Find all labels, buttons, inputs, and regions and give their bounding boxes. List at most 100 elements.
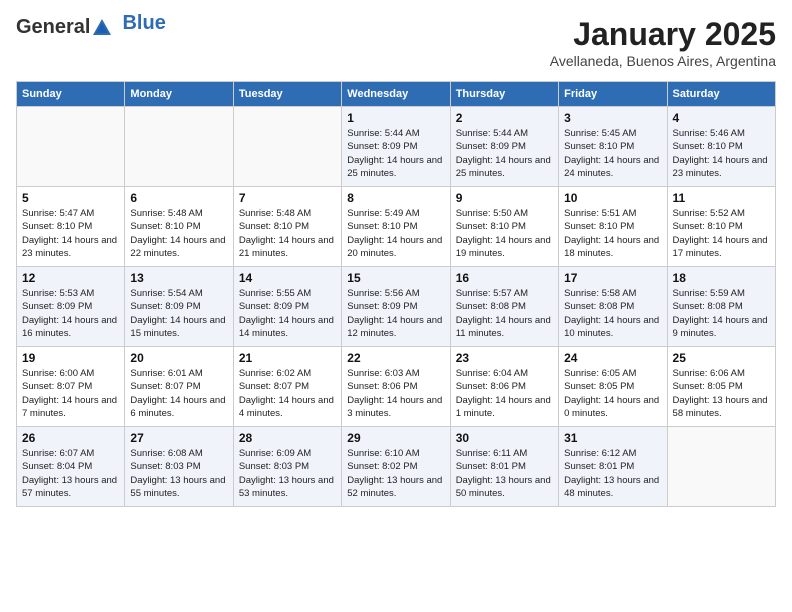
day-number: 6 [130, 191, 227, 205]
day-number: 11 [673, 191, 770, 205]
day-number: 30 [456, 431, 553, 445]
day-info: Sunrise: 5:55 AMSunset: 8:09 PMDaylight:… [239, 287, 336, 340]
calendar-cell: 16 Sunrise: 5:57 AMSunset: 8:08 PMDayligh… [450, 267, 558, 347]
day-number: 4 [673, 111, 770, 125]
location-title: Avellaneda, Buenos Aires, Argentina [550, 53, 776, 69]
calendar-cell: 26 Sunrise: 6:07 AMSunset: 8:04 PMDayligh… [17, 427, 125, 507]
day-info: Sunrise: 6:01 AMSunset: 8:07 PMDaylight:… [130, 367, 227, 420]
day-number: 25 [673, 351, 770, 365]
day-info: Sunrise: 5:48 AMSunset: 8:10 PMDaylight:… [239, 207, 336, 260]
week-row-4: 19 Sunrise: 6:00 AMSunset: 8:07 PMDayligh… [17, 347, 776, 427]
week-row-3: 12 Sunrise: 5:53 AMSunset: 8:09 PMDayligh… [17, 267, 776, 347]
day-info: Sunrise: 5:45 AMSunset: 8:10 PMDaylight:… [564, 127, 661, 180]
calendar-cell: 4 Sunrise: 5:46 AMSunset: 8:10 PMDaylight… [667, 107, 775, 187]
day-info: Sunrise: 5:56 AMSunset: 8:09 PMDaylight:… [347, 287, 444, 340]
calendar-cell: 11 Sunrise: 5:52 AMSunset: 8:10 PMDayligh… [667, 187, 775, 267]
calendar-cell: 1 Sunrise: 5:44 AMSunset: 8:09 PMDaylight… [342, 107, 450, 187]
day-number: 5 [22, 191, 119, 205]
calendar-table: SundayMondayTuesdayWednesdayThursdayFrid… [16, 81, 776, 507]
day-info: Sunrise: 6:03 AMSunset: 8:06 PMDaylight:… [347, 367, 444, 420]
day-info: Sunrise: 6:09 AMSunset: 8:03 PMDaylight:… [239, 447, 336, 500]
month-title: January 2025 [550, 16, 776, 53]
day-number: 24 [564, 351, 661, 365]
calendar-cell: 2 Sunrise: 5:44 AMSunset: 8:09 PMDaylight… [450, 107, 558, 187]
calendar-cell: 5 Sunrise: 5:47 AMSunset: 8:10 PMDaylight… [17, 187, 125, 267]
day-info: Sunrise: 6:10 AMSunset: 8:02 PMDaylight:… [347, 447, 444, 500]
day-info: Sunrise: 5:50 AMSunset: 8:10 PMDaylight:… [456, 207, 553, 260]
day-info: Sunrise: 6:07 AMSunset: 8:04 PMDaylight:… [22, 447, 119, 500]
day-number: 13 [130, 271, 227, 285]
day-number: 26 [22, 431, 119, 445]
logo: General Blue [16, 16, 166, 39]
calendar-cell: 13 Sunrise: 5:54 AMSunset: 8:09 PMDayligh… [125, 267, 233, 347]
calendar-cell: 27Sunrise: 6:08 AMSunset: 8:03 PMDayligh… [125, 427, 233, 507]
day-number: 23 [456, 351, 553, 365]
calendar-cell: 23 Sunrise: 6:04 AMSunset: 8:06 PMDayligh… [450, 347, 558, 427]
day-info: Sunrise: 5:49 AMSunset: 8:10 PMDaylight:… [347, 207, 444, 260]
calendar-cell: 7Sunrise: 5:48 AMSunset: 8:10 PMDaylight… [233, 187, 341, 267]
day-number: 19 [22, 351, 119, 365]
day-info: Sunrise: 5:58 AMSunset: 8:08 PMDaylight:… [564, 287, 661, 340]
day-number: 17 [564, 271, 661, 285]
weekday-header-monday: Monday [125, 82, 233, 107]
weekday-header-friday: Friday [559, 82, 667, 107]
calendar-cell: 8Sunrise: 5:49 AMSunset: 8:10 PMDaylight… [342, 187, 450, 267]
day-info: Sunrise: 6:00 AMSunset: 8:07 PMDaylight:… [22, 367, 119, 420]
day-info: Sunrise: 5:53 AMSunset: 8:09 PMDaylight:… [22, 287, 119, 340]
weekday-header-tuesday: Tuesday [233, 82, 341, 107]
day-number: 21 [239, 351, 336, 365]
calendar-cell: 24 Sunrise: 6:05 AMSunset: 8:05 PMDayligh… [559, 347, 667, 427]
day-info: Sunrise: 5:44 AMSunset: 8:09 PMDaylight:… [347, 127, 444, 180]
calendar-cell: 10Sunrise: 5:51 AMSunset: 8:10 PMDayligh… [559, 187, 667, 267]
day-info: Sunrise: 6:05 AMSunset: 8:05 PMDaylight:… [564, 367, 661, 420]
calendar-cell: 31 Sunrise: 6:12 AMSunset: 8:01 PMDayligh… [559, 427, 667, 507]
day-number: 27 [130, 431, 227, 445]
calendar-cell: 14 Sunrise: 5:55 AMSunset: 8:09 PMDayligh… [233, 267, 341, 347]
logo-icon [91, 17, 113, 39]
calendar-cell: 21Sunrise: 6:02 AMSunset: 8:07 PMDayligh… [233, 347, 341, 427]
calendar-cell: 9 Sunrise: 5:50 AMSunset: 8:10 PMDaylight… [450, 187, 558, 267]
day-number: 3 [564, 111, 661, 125]
day-number: 14 [239, 271, 336, 285]
day-info: Sunrise: 5:47 AMSunset: 8:10 PMDaylight:… [22, 207, 119, 260]
day-number: 28 [239, 431, 336, 445]
calendar-cell: 25Sunrise: 6:06 AMSunset: 8:05 PMDayligh… [667, 347, 775, 427]
calendar-cell: 18 Sunrise: 5:59 AMSunset: 8:08 PMDayligh… [667, 267, 775, 347]
day-info: Sunrise: 6:12 AMSunset: 8:01 PMDaylight:… [564, 447, 661, 500]
day-info: Sunrise: 5:54 AMSunset: 8:09 PMDaylight:… [130, 287, 227, 340]
calendar-cell [233, 107, 341, 187]
calendar-cell: 6 Sunrise: 5:48 AMSunset: 8:10 PMDaylight… [125, 187, 233, 267]
day-number: 31 [564, 431, 661, 445]
calendar-cell: 17 Sunrise: 5:58 AMSunset: 8:08 PMDayligh… [559, 267, 667, 347]
day-number: 29 [347, 431, 444, 445]
weekday-header-sunday: Sunday [17, 82, 125, 107]
weekday-header-thursday: Thursday [450, 82, 558, 107]
day-number: 20 [130, 351, 227, 365]
weekday-header-wednesday: Wednesday [342, 82, 450, 107]
page-header: General Blue January 2025 Avellaneda, Bu… [16, 16, 776, 69]
day-info: Sunrise: 5:52 AMSunset: 8:10 PMDaylight:… [673, 207, 770, 260]
day-number: 12 [22, 271, 119, 285]
logo-general: General [16, 16, 90, 39]
day-number: 9 [456, 191, 553, 205]
day-info: Sunrise: 5:48 AMSunset: 8:10 PMDaylight:… [130, 207, 227, 260]
day-number: 15 [347, 271, 444, 285]
day-number: 16 [456, 271, 553, 285]
day-number: 2 [456, 111, 553, 125]
weekday-header-row: SundayMondayTuesdayWednesdayThursdayFrid… [17, 82, 776, 107]
calendar-cell: 19 Sunrise: 6:00 AMSunset: 8:07 PMDayligh… [17, 347, 125, 427]
calendar-cell: 28 Sunrise: 6:09 AMSunset: 8:03 PMDayligh… [233, 427, 341, 507]
calendar-cell: 3 Sunrise: 5:45 AMSunset: 8:10 PMDaylight… [559, 107, 667, 187]
day-number: 22 [347, 351, 444, 365]
week-row-1: 1 Sunrise: 5:44 AMSunset: 8:09 PMDaylight… [17, 107, 776, 187]
calendar-cell [17, 107, 125, 187]
day-info: Sunrise: 5:46 AMSunset: 8:10 PMDaylight:… [673, 127, 770, 180]
calendar-cell [667, 427, 775, 507]
day-number: 18 [673, 271, 770, 285]
day-info: Sunrise: 5:59 AMSunset: 8:08 PMDaylight:… [673, 287, 770, 340]
day-info: Sunrise: 6:04 AMSunset: 8:06 PMDaylight:… [456, 367, 553, 420]
day-info: Sunrise: 5:44 AMSunset: 8:09 PMDaylight:… [456, 127, 553, 180]
day-number: 1 [347, 111, 444, 125]
day-info: Sunrise: 5:57 AMSunset: 8:08 PMDaylight:… [456, 287, 553, 340]
title-area: January 2025 Avellaneda, Buenos Aires, A… [550, 16, 776, 69]
